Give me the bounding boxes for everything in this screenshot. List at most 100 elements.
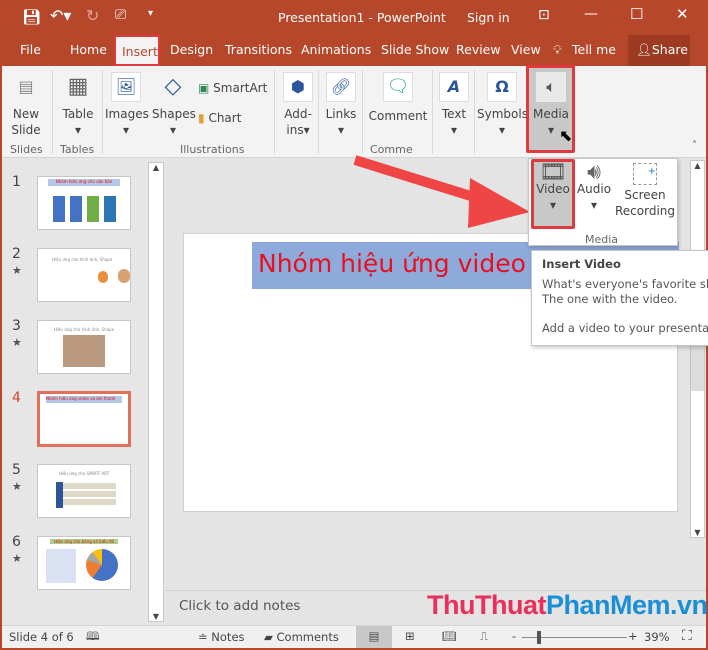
undo-icon[interactable]: ↶▾: [50, 6, 71, 25]
label: Screen: [624, 188, 666, 202]
slide-number: 5: [12, 462, 21, 478]
thumbnails-scrollbar[interactable]: ▲ ▼: [148, 162, 164, 622]
slideshow-view-button[interactable]: ⎍: [480, 629, 488, 644]
label: New: [12, 107, 40, 121]
start-slideshow-icon[interactable]: ⎚: [115, 7, 126, 23]
slide-number: 6: [12, 534, 21, 550]
screen-recording-button[interactable]: + Screen Recording: [615, 163, 675, 219]
customize-qat-icon[interactable]: ▾: [148, 8, 153, 19]
zoom-level[interactable]: 39%: [644, 630, 670, 644]
lightbulb-icon: 💡︎: [553, 42, 562, 57]
slide-thumbnail-6[interactable]: Hiệu ứng cho bảng và biểu đồ: [37, 536, 131, 590]
shapes-button[interactable]: ◇ Shapes ▾: [152, 72, 196, 138]
images-icon: 🖼︎: [111, 72, 141, 102]
redo-icon[interactable]: ↻: [86, 6, 99, 25]
slide-thumbnails-pane: 1 Nhóm hiệu ứng cho văn bản 2 ★ Hiệu ứng …: [2, 158, 165, 625]
thumb-title: Nhóm hiệu ứng cho văn bản: [48, 179, 120, 186]
slide-thumbnail-2[interactable]: Hiệu ứng cho hình ảnh, Shape: [37, 248, 131, 302]
status-bar: Slide 4 of 6 🕮︎ ≐ Notes ▰ Comments ▤ ⊞ 📖…: [2, 625, 706, 648]
audio-button[interactable]: 🔊︎ Audio ▾: [576, 162, 612, 213]
label: Recording: [615, 204, 676, 218]
sign-in-link[interactable]: Sign in: [467, 10, 510, 25]
tab-view[interactable]: View: [511, 42, 541, 57]
screen-recording-icon: +: [633, 163, 657, 185]
images-button[interactable]: 🖼︎ Images ▾: [105, 72, 149, 138]
slide-thumbnail-4-selected[interactable]: Nhóm hiệu ứng video và âm thanh: [37, 391, 131, 447]
zoom-slider-thumb[interactable]: [537, 631, 541, 644]
label: Text: [441, 107, 467, 121]
reading-view-button[interactable]: 📖︎: [442, 629, 457, 643]
new-slide-button[interactable]: ▤ New Slide: [6, 72, 46, 138]
label: Links: [325, 107, 357, 121]
tab-slide-show[interactable]: Slide Show: [381, 42, 449, 57]
table-icon: ▦: [67, 74, 89, 99]
slide-thumbnail-3[interactable]: Hiệu ứng cho hình ảnh, Shape: [37, 320, 131, 374]
red-arrow-pointer: [353, 155, 530, 228]
group-tables: Tables: [60, 143, 95, 156]
ribbon-display-icon[interactable]: ⊡: [538, 7, 550, 23]
comment-button[interactable]: 🗨︎ Comment: [368, 72, 428, 124]
tab-home[interactable]: Home: [70, 42, 107, 57]
comment-icon: 🗨︎: [383, 72, 413, 102]
tab-file[interactable]: File: [20, 42, 41, 57]
smartart-button[interactable]: ▣ SmartArt: [198, 80, 267, 96]
group-illustrations: Illustrations: [180, 143, 245, 156]
zoom-in-button[interactable]: +: [628, 629, 638, 643]
comments-button[interactable]: ▰ Comments: [264, 630, 339, 644]
zoom-out-button[interactable]: -: [512, 629, 516, 643]
label: SmartArt: [213, 81, 268, 95]
text-button[interactable]: A Text ▾: [436, 72, 472, 138]
close-button[interactable]: ✕: [676, 5, 689, 23]
watermark-logo: ThuThuatPhanMem.vn: [427, 590, 708, 620]
label: Symbols: [477, 107, 528, 121]
media-dropdown: 🎞︎ Video ▾ 🔊︎ Audio ▾ + Screen Recording Media: [528, 158, 678, 246]
tab-transitions[interactable]: Transitions: [225, 42, 292, 57]
label: Table: [62, 107, 94, 121]
label: Add-: [284, 107, 312, 121]
share-person-icon: 👤︎: [636, 42, 652, 57]
label: Audio: [576, 182, 612, 196]
slide-number: 3: [12, 318, 21, 334]
notes-input[interactable]: Click to add notes: [179, 598, 300, 614]
table-button[interactable]: ▦ Table ▾: [58, 72, 98, 138]
add-ins-button[interactable]: ⬢ Add-ins▾: [280, 72, 316, 138]
symbols-button[interactable]: Ω Symbols ▾: [477, 72, 528, 138]
links-button[interactable]: 🔗︎ Links ▾: [322, 72, 360, 138]
comment-bubble-icon: ▰: [264, 630, 273, 644]
save-icon[interactable]: 💾︎: [22, 8, 41, 26]
notes-button[interactable]: ≐ Notes: [198, 630, 245, 644]
slide-thumbnail-1[interactable]: Nhóm hiệu ứng cho văn bản: [37, 176, 131, 230]
minimize-button[interactable]: —: [584, 6, 598, 22]
add-ins-icon: ⬢: [283, 72, 313, 102]
tab-review[interactable]: Review: [456, 42, 501, 57]
collapse-ribbon-icon[interactable]: ˄: [692, 140, 697, 151]
ribbon-tabs: File Home Insert Design Transitions Anim…: [0, 35, 708, 66]
tab-insert[interactable]: Insert: [114, 35, 160, 66]
zoom-slider[interactable]: [522, 631, 627, 644]
mouse-cursor-icon: ⬉: [559, 126, 573, 145]
slide-thumbnail-5[interactable]: Hiệu ứng cho SMART ART: [37, 464, 131, 518]
label: Notes: [211, 630, 245, 644]
smartart-icon: ▣: [198, 81, 210, 95]
share-button[interactable]: 👤︎Share: [628, 35, 690, 66]
tab-animations[interactable]: Animations: [301, 42, 371, 57]
label: Images: [105, 107, 149, 121]
chart-button[interactable]: ▮ Chart: [198, 110, 241, 126]
tooltip-text: The one with the video.: [542, 292, 678, 306]
chart-icon: ▮: [198, 111, 205, 125]
slide-number: 2: [12, 246, 21, 262]
spell-check-icon[interactable]: 🕮︎: [86, 629, 100, 648]
slide-number: 4: [12, 390, 21, 406]
label: Comments: [276, 630, 339, 644]
slide-number: 1: [12, 174, 21, 190]
slide-counter: Slide 4 of 6: [9, 630, 74, 644]
tell-me-search[interactable]: Tell me: [572, 42, 616, 57]
label: Shapes: [152, 107, 196, 121]
media-group-label: Media: [585, 233, 619, 246]
slide-sorter-button[interactable]: ⊞: [405, 629, 415, 643]
normal-view-button[interactable]: ▤: [356, 626, 392, 648]
fit-to-window-icon[interactable]: ⛶: [682, 628, 692, 644]
maximize-button[interactable]: ☐: [630, 5, 643, 23]
slide-scrollbar[interactable]: ▲ ▼: [690, 160, 705, 538]
tab-design[interactable]: Design: [170, 42, 213, 57]
